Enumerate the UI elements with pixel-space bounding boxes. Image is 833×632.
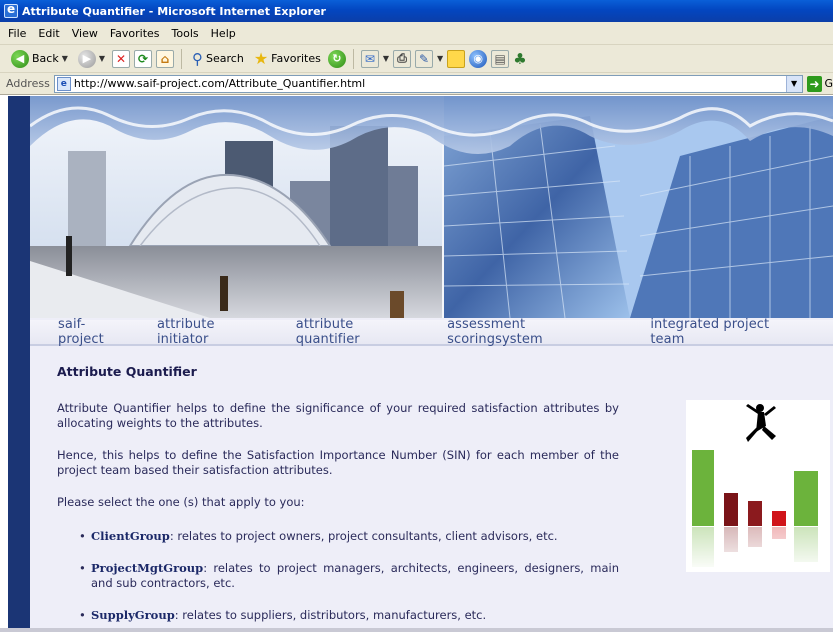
address-label: Address	[6, 77, 50, 90]
print-icon[interactable]: ⎙	[393, 49, 412, 68]
nav-assessment-scoringsystem[interactable]: assessment scoringsystem	[447, 317, 624, 347]
nav-saif-project[interactable]: saif-project	[58, 317, 131, 347]
stop-icon[interactable]: ✕	[112, 49, 131, 68]
client-group-desc: : relates to project owners, project con…	[169, 529, 558, 543]
chevron-down-icon[interactable]: ▼	[383, 54, 389, 63]
menu-view[interactable]: View	[66, 27, 104, 40]
supply-group-desc: : relates to suppliers, distributors, ma…	[174, 608, 487, 622]
jumping-figure-bars-image	[686, 400, 830, 572]
sin-paragraph: Hence, this helps to define the Satisfac…	[57, 448, 619, 477]
search-button[interactable]: ⚲ Search	[189, 47, 247, 71]
standard-toolbar: ◀ Back ▼ ▶ ▼ ✕ ⟳ ⌂ ⚲ Search ★ Favorites …	[0, 45, 833, 73]
favorites-label: Favorites	[271, 52, 321, 65]
go-arrow-icon[interactable]: ➜	[806, 75, 823, 92]
back-label: Back	[32, 52, 59, 65]
messenger-icon[interactable]: ◉	[469, 49, 488, 68]
research-icon[interactable]: ▤	[491, 49, 510, 68]
chevron-down-icon[interactable]: ▼	[785, 75, 802, 92]
supply-group-link[interactable]: SupplyGroup	[91, 608, 175, 622]
back-arrow-icon: ◀	[11, 49, 29, 68]
forward-button[interactable]: ▶ ▼	[75, 47, 108, 71]
banner-image	[30, 96, 833, 318]
group-list: ClientGroup: relates to project owners, …	[57, 529, 619, 623]
window-title: Attribute Quantifier - Microsoft Interne…	[22, 4, 326, 18]
menu-help[interactable]: Help	[205, 27, 242, 40]
page-title: Attribute Quantifier	[57, 364, 197, 379]
people-icon[interactable]: ♣	[513, 50, 526, 68]
back-button[interactable]: ◀ Back ▼	[8, 47, 71, 71]
list-item: ProjectMgtGroup: relates to project mana…	[79, 561, 619, 591]
chevron-down-icon[interactable]: ▼	[99, 54, 105, 63]
toolbar-divider	[181, 48, 183, 69]
menu-tools[interactable]: Tools	[166, 27, 205, 40]
mail-icon[interactable]: ✉	[360, 49, 379, 68]
menu-file[interactable]: File	[2, 27, 32, 40]
nav-integrated-project-team[interactable]: integrated project team	[650, 317, 807, 347]
media-icon[interactable]: ↻	[327, 49, 346, 68]
left-blue-rail	[8, 96, 30, 632]
main-content: Attribute Quantifier Attribute Quantifie…	[57, 364, 619, 632]
favorites-button[interactable]: ★ Favorites	[251, 47, 324, 71]
chevron-down-icon[interactable]: ▼	[62, 54, 68, 63]
status-strip	[0, 628, 833, 632]
go-label[interactable]: G	[824, 77, 833, 90]
site-nav: saif-project attribute initiator attribu…	[30, 317, 833, 347]
forward-arrow-icon: ▶	[77, 49, 96, 68]
menu-favorites[interactable]: Favorites	[104, 27, 166, 40]
menu-edit[interactable]: Edit	[32, 27, 65, 40]
home-icon[interactable]: ⌂	[156, 49, 175, 68]
address-bar: Address e http://www.saif-project.com/At…	[0, 73, 833, 95]
page-left-margin	[0, 96, 8, 632]
menu-bar: File Edit View Favorites Tools Help	[0, 22, 833, 45]
discuss-icon[interactable]	[447, 49, 466, 68]
header-banner	[30, 96, 833, 318]
list-item: ClientGroup: relates to project owners, …	[79, 529, 619, 544]
ie-icon	[4, 2, 18, 18]
search-icon: ⚲	[192, 49, 204, 68]
window-titlebar: Attribute Quantifier - Microsoft Interne…	[0, 0, 833, 22]
client-group-link[interactable]: ClientGroup	[91, 529, 170, 543]
star-icon: ★	[253, 49, 269, 68]
search-label: Search	[206, 52, 244, 65]
toolbar-divider	[352, 48, 354, 69]
address-url: http://www.saif-project.com/Attribute_Qu…	[73, 77, 366, 90]
project-mgt-group-link[interactable]: ProjectMgtGroup	[91, 561, 203, 575]
select-prompt: Please select the one (s) that apply to …	[57, 495, 305, 509]
page-icon: e	[56, 76, 71, 91]
refresh-icon[interactable]: ⟳	[134, 49, 153, 68]
web-page: saif-project attribute initiator attribu…	[0, 96, 833, 632]
nav-attribute-initiator[interactable]: attribute initiator	[157, 317, 270, 347]
bar-figure-illustration	[686, 400, 830, 572]
intro-paragraph: Attribute Quantifier helps to define the…	[57, 401, 619, 430]
list-item: SupplyGroup: relates to suppliers, distr…	[79, 608, 619, 623]
chevron-down-icon[interactable]: ▼	[437, 54, 443, 63]
edit-icon[interactable]: ✎	[415, 49, 434, 68]
nav-attribute-quantifier[interactable]: attribute quantifier	[296, 317, 421, 347]
address-input[interactable]: e http://www.saif-project.com/Attribute_…	[53, 74, 803, 93]
